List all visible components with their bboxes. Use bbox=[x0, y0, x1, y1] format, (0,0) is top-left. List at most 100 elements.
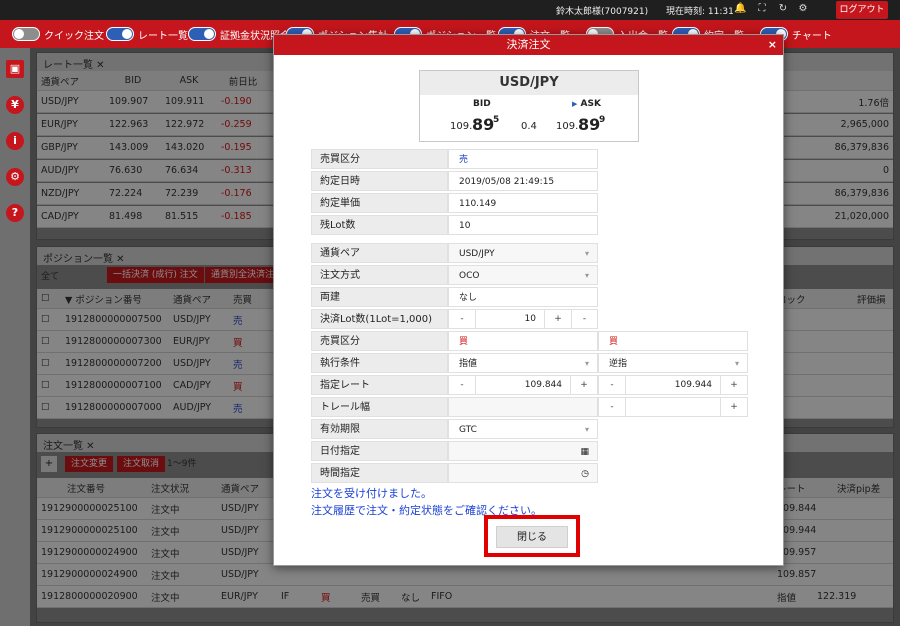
field-label: 約定単価 bbox=[311, 193, 448, 213]
expiry-select[interactable]: GTC bbox=[448, 419, 598, 440]
fullscreen-icon[interactable]: ⛶ bbox=[756, 3, 768, 15]
save-icon[interactable]: ▣ bbox=[6, 60, 24, 78]
toggle-label: クイック注文 bbox=[44, 30, 104, 42]
minus-button[interactable]: - bbox=[599, 398, 625, 416]
toggle-quick-order[interactable]: クイック注文 bbox=[12, 26, 104, 42]
field-label: 通貨ペア bbox=[311, 243, 448, 263]
trail-empty bbox=[448, 397, 598, 417]
bid-prefix: 109. bbox=[450, 121, 473, 132]
minus-button[interactable]: - bbox=[449, 376, 475, 394]
field-value: 売 bbox=[448, 149, 598, 169]
ask-fraction: 9 bbox=[599, 115, 606, 125]
field-exec-condition: 執行条件指値逆指 bbox=[311, 353, 748, 374]
lot-stepper[interactable]: -10 + - bbox=[448, 309, 598, 329]
gear-icon[interactable]: ⚙ bbox=[797, 3, 809, 15]
rate-input-a[interactable]: 109.844 bbox=[475, 376, 571, 394]
help-icon[interactable]: ? bbox=[6, 204, 24, 222]
side-value-a: 買 bbox=[448, 331, 598, 351]
toggle-switch[interactable] bbox=[188, 27, 216, 41]
rate-input-b[interactable]: 109.944 bbox=[625, 376, 721, 394]
info-icon[interactable]: i bbox=[6, 132, 24, 150]
pair-select[interactable]: USD/JPY bbox=[448, 243, 598, 264]
field-value: なし bbox=[448, 287, 598, 307]
ask-pips: 89 bbox=[578, 115, 601, 134]
minus-button[interactable]: - bbox=[571, 310, 597, 328]
field-label: 売買区分 bbox=[311, 331, 448, 351]
close-icon[interactable]: × bbox=[768, 35, 777, 55]
ask-label-text: ASK bbox=[580, 99, 601, 109]
field-rate: 指定レート -109.844 + -109.944 + bbox=[311, 375, 748, 395]
field-date: 日付指定 ▦ bbox=[311, 441, 598, 461]
toggle-switch[interactable] bbox=[106, 27, 134, 41]
top-bar: 鈴木太郎様(7007921) 現在時刻: 11:31 🔔 ⛶ ↻ ⚙ ログアウト bbox=[0, 0, 900, 20]
plus-button[interactable]: + bbox=[721, 376, 747, 394]
field-side: 売買区分売 bbox=[311, 149, 598, 169]
field-exec-date: 約定日時 2019/05/08 21:49:15 bbox=[311, 171, 598, 191]
close-button-highlight: 閉じる bbox=[484, 515, 580, 557]
rate-stepper-a[interactable]: -109.844 + bbox=[448, 375, 598, 395]
rate-stepper-b[interactable]: -109.944 + bbox=[598, 375, 748, 395]
toggle-label: チャート bbox=[792, 30, 832, 42]
exec-condition-select-b[interactable]: 逆指 bbox=[598, 353, 748, 374]
field-label: トレール幅 bbox=[311, 397, 448, 417]
plus-button[interactable]: + bbox=[571, 376, 597, 394]
field-settle-lot: 決済Lot数(1Lot=1,000) -10 + - bbox=[311, 309, 598, 329]
user-name: 鈴木太郎様(7007921) bbox=[556, 7, 649, 17]
toggle-label: レート一覧 bbox=[138, 30, 188, 42]
success-message: 注文を受け付けました。 bbox=[311, 487, 432, 500]
calendar-icon[interactable]: ▦ bbox=[580, 442, 589, 462]
logout-button[interactable]: ログアウト bbox=[836, 1, 888, 19]
toggle-switch[interactable] bbox=[12, 27, 40, 41]
field-both-sides: 両建 なし bbox=[311, 287, 598, 307]
dialog-header: 決済注文 × bbox=[274, 35, 783, 55]
current-time: 現在時刻: 11:31 bbox=[666, 7, 734, 17]
clock-icon[interactable]: ◷ bbox=[581, 464, 589, 484]
field-label: 執行条件 bbox=[311, 353, 448, 373]
trail-input[interactable] bbox=[625, 398, 721, 416]
bid-pips: 89 bbox=[472, 115, 495, 134]
bid-fraction: 5 bbox=[493, 115, 500, 125]
minus-button[interactable]: - bbox=[449, 310, 475, 328]
bell-icon[interactable]: 🔔 bbox=[734, 3, 746, 15]
time-input[interactable]: ◷ bbox=[448, 463, 598, 483]
field-label: 日付指定 bbox=[311, 441, 448, 461]
side-value-b: 買 bbox=[598, 331, 748, 351]
exec-condition-select-a[interactable]: 指値 bbox=[448, 353, 598, 374]
date-input[interactable]: ▦ bbox=[448, 441, 598, 461]
order-method-select[interactable]: OCO bbox=[448, 265, 598, 286]
refresh-icon[interactable]: ↻ bbox=[777, 3, 789, 15]
field-label: 両建 bbox=[311, 287, 448, 307]
gear-icon[interactable]: ⚙ bbox=[6, 168, 24, 186]
minus-button[interactable]: - bbox=[599, 376, 625, 394]
field-label: 残Lot数 bbox=[311, 215, 448, 235]
trail-stepper[interactable]: - + bbox=[598, 397, 748, 417]
ask-indicator-icon: ▶ bbox=[572, 100, 578, 108]
field-label: 決済Lot数(1Lot=1,000) bbox=[311, 309, 448, 329]
dialog-title: 決済注文 bbox=[506, 38, 551, 51]
quote-pair: USD/JPY bbox=[420, 71, 638, 95]
close-button[interactable]: 閉じる bbox=[496, 526, 568, 548]
field-label: 有効期限 bbox=[311, 419, 448, 439]
ask-prefix: 109. bbox=[556, 121, 579, 132]
yen-icon[interactable]: ¥ bbox=[6, 96, 24, 114]
ask-label: ▶ ASK bbox=[572, 99, 601, 109]
field-label: 時間指定 bbox=[311, 463, 448, 483]
field-time: 時間指定 ◷ bbox=[311, 463, 598, 483]
field-pair: 通貨ペア USD/JPY bbox=[311, 243, 598, 264]
field-value: 2019/05/08 21:49:15 bbox=[448, 171, 598, 191]
field-label: 指定レート bbox=[311, 375, 448, 395]
field-value: 10 bbox=[448, 215, 598, 235]
plus-button[interactable]: + bbox=[721, 398, 747, 416]
field-label: 約定日時 bbox=[311, 171, 448, 191]
field-label: 売買区分 bbox=[311, 149, 448, 169]
field-trail: トレール幅 - + bbox=[311, 397, 748, 417]
field-expiry: 有効期限 GTC bbox=[311, 419, 598, 440]
sidebar: ▣ ¥ i ⚙ ? bbox=[0, 48, 30, 626]
toggle-rate-list[interactable]: レート一覧 bbox=[106, 26, 188, 42]
field-value: 110.149 bbox=[448, 193, 598, 213]
field-side2: 売買区分買買 bbox=[311, 331, 748, 351]
lot-input[interactable]: 10 bbox=[475, 310, 545, 328]
plus-button[interactable]: + bbox=[545, 310, 571, 328]
settlement-order-dialog: 決済注文 × USD/JPY BID ▶ ASK 109. 89 5 0.4 10… bbox=[273, 34, 784, 566]
bid-label: BID bbox=[473, 99, 491, 109]
